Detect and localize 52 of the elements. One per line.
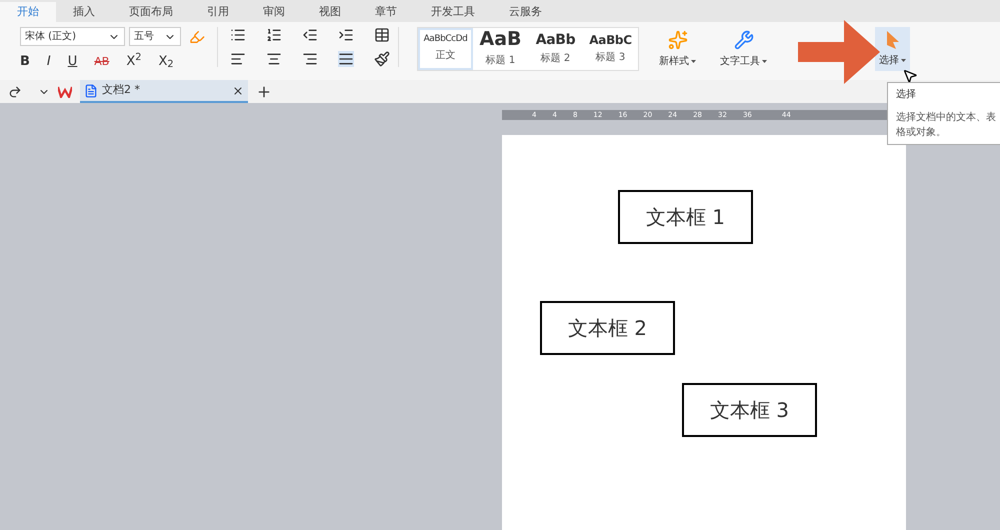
document-icon (84, 84, 98, 98)
indent-icon[interactable] (338, 27, 354, 43)
format-button[interactable]: AB (94, 54, 110, 70)
ribbon-tab[interactable]: 审阅 (246, 2, 302, 22)
ribbon-tab[interactable]: 页面布局 (112, 2, 190, 22)
align-left-icon[interactable] (230, 51, 246, 67)
format-button[interactable]: X$_{2}$ (158, 52, 174, 72)
format-button[interactable]: U (68, 52, 78, 72)
shading-icon[interactable] (374, 51, 390, 67)
outdent-icon[interactable] (302, 27, 318, 43)
caret-icon (691, 60, 696, 62)
close-icon[interactable] (232, 84, 244, 96)
ribbon-tab[interactable]: 开发工具 (414, 2, 492, 22)
ribbon-tab[interactable]: 插入 (56, 2, 112, 22)
ribbon-tab[interactable]: 云服务 (492, 2, 559, 22)
w-logo-icon (58, 86, 72, 98)
style-option[interactable]: AaBbCcDd 正文 (418, 28, 473, 70)
table-icon[interactable] (374, 27, 390, 43)
tooltip-text: 选择文档中的文本、表 (896, 110, 997, 125)
style-option[interactable]: AaBb 标题 2 (528, 28, 583, 70)
ribbon-tab[interactable]: 开始 (0, 2, 56, 22)
align-right-icon[interactable] (302, 51, 318, 67)
font-size-dropdown[interactable]: 五号 (129, 27, 181, 46)
style-option[interactable]: AaBbC 标题 3 (583, 28, 638, 70)
ribbon-button[interactable]: 选择 (875, 27, 910, 71)
format-button[interactable]: X$^{2}$ (126, 52, 142, 72)
bullet-list-icon[interactable] (230, 27, 246, 43)
new-tab-icon[interactable] (256, 84, 272, 100)
ribbon-button[interactable]: 文字工具 (716, 27, 771, 71)
redo-icon[interactable] (8, 84, 22, 98)
align-center-icon[interactable] (266, 51, 282, 67)
tooltip-text: 格或对象。 (896, 126, 947, 140)
text-box[interactable]: 文本框 1 (618, 190, 753, 244)
document-tab[interactable]: 文档2 * (80, 80, 248, 103)
numbered-list-icon[interactable] (266, 27, 282, 43)
pointer-icon (886, 30, 898, 48)
text-box[interactable]: 文本框 2 (540, 301, 675, 355)
tooltip-title: 选择 (896, 88, 917, 102)
format-button[interactable]: I (46, 52, 51, 72)
wrench-icon (734, 30, 754, 50)
ribbon-tab[interactable]: 视图 (302, 2, 358, 22)
sparkle-icon (668, 30, 688, 50)
caret-icon (762, 60, 767, 62)
caret-icon (901, 58, 906, 62)
justify-icon[interactable] (338, 51, 354, 67)
style-option[interactable]: AaB 标题 1 (473, 28, 528, 70)
ribbon-button[interactable]: 新样式 (655, 27, 700, 71)
font-name-dropdown[interactable]: 宋体 (正文) (20, 27, 125, 46)
ribbon-tab[interactable]: 引用 (190, 2, 246, 22)
format-button[interactable]: B (20, 52, 30, 72)
text-box[interactable]: 文本框 3 (682, 383, 817, 437)
ribbon-tab[interactable]: 章节 (358, 2, 414, 22)
